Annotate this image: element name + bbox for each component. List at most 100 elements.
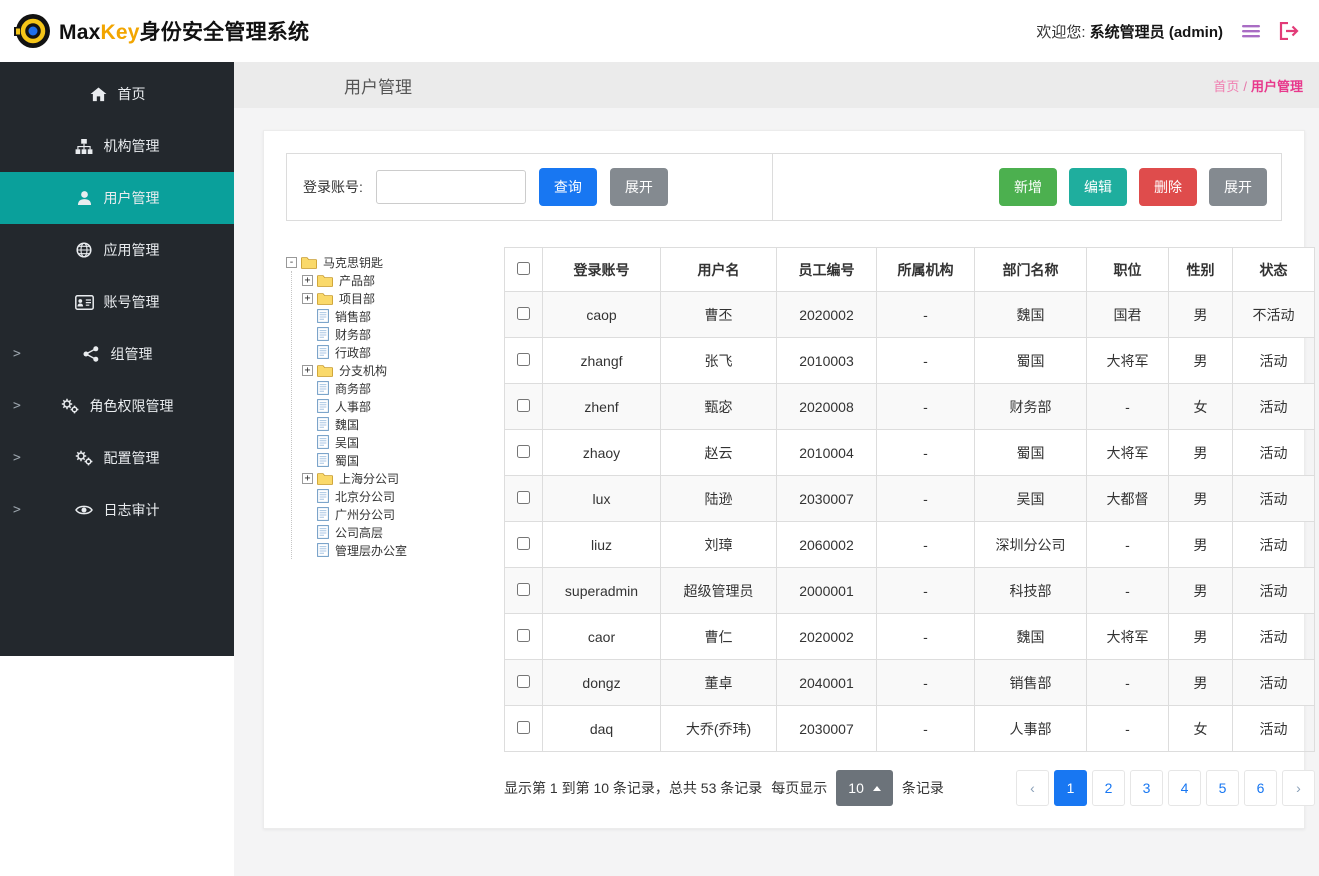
sidebar-item-home[interactable]: 首页 <box>0 68 234 120</box>
expand-plus-icon[interactable]: + <box>302 472 313 484</box>
row-checkbox[interactable] <box>517 306 530 320</box>
tree-node[interactable]: 魏国 <box>302 415 490 433</box>
sidebar-item-audit[interactable]: > 日志审计 <box>0 484 234 536</box>
collapse-minus-icon[interactable]: - <box>286 256 297 268</box>
table-row[interactable]: superadmin 超级管理员 2000001- 科技部 - 男活动 <box>504 567 1315 614</box>
page-button-3[interactable]: 3 <box>1130 770 1163 806</box>
delete-button[interactable]: 删除 <box>1139 168 1197 206</box>
tree-node-label[interactable]: 魏国 <box>333 416 361 433</box>
tree-node-label[interactable]: 蜀国 <box>333 452 361 469</box>
sidebar-item-account[interactable]: 账号管理 <box>0 276 234 328</box>
row-checkbox[interactable] <box>517 582 530 596</box>
page-button-5[interactable]: 5 <box>1206 770 1239 806</box>
breadcrumb-home[interactable]: 首页 <box>1213 79 1239 94</box>
logout-icon[interactable] <box>1279 22 1299 40</box>
next-page-button[interactable]: › <box>1282 770 1315 806</box>
tree-node-label[interactable]: 马克思钥匙 <box>321 254 385 271</box>
tree-node[interactable]: 广州分公司 <box>302 505 490 523</box>
column-header[interactable]: 登录账号 <box>542 247 661 292</box>
table-row[interactable]: caor 曹仁 2020002- 魏国 大将军男活动 <box>504 613 1315 660</box>
table-row[interactable]: dongz 董卓 2040001- 销售部 - 男活动 <box>504 659 1315 706</box>
sidebar-item-app[interactable]: 应用管理 <box>0 224 234 276</box>
expand-plus-icon[interactable]: + <box>302 364 313 376</box>
edit-button[interactable]: 编辑 <box>1069 168 1127 206</box>
tree-node-label[interactable]: 公司高层 <box>333 524 385 541</box>
tree-node-label[interactable]: 分支机构 <box>337 362 389 379</box>
page-button-1[interactable]: 1 <box>1054 770 1087 806</box>
select-all-checkbox[interactable] <box>517 261 530 275</box>
add-button[interactable]: 新增 <box>999 168 1057 206</box>
tree-node[interactable]: 商务部 <box>302 379 490 397</box>
table-row[interactable]: daq 大乔(乔玮) 2030007- 人事部 - 女活动 <box>504 705 1315 752</box>
tree-node[interactable]: 管理层办公室 <box>302 541 490 559</box>
tree-node-label[interactable]: 销售部 <box>333 308 373 325</box>
table-row[interactable]: zhenf 甄宓 2020008- 财务部 - 女活动 <box>504 383 1315 430</box>
tree-node-label[interactable]: 项目部 <box>337 290 377 307</box>
row-checkbox[interactable] <box>517 352 530 366</box>
sidebar-item-org[interactable]: 机构管理 <box>0 120 234 172</box>
table-row[interactable]: zhangf 张飞 2010003- 蜀国 大将军男活动 <box>504 337 1315 384</box>
tree-node-label[interactable]: 吴国 <box>333 434 361 451</box>
expand-plus-icon[interactable]: + <box>302 292 313 304</box>
row-checkbox[interactable] <box>517 444 530 458</box>
expand-plus-icon[interactable]: + <box>302 274 313 286</box>
tree-node-label[interactable]: 商务部 <box>333 380 373 397</box>
tree-node-label[interactable]: 人事部 <box>333 398 373 415</box>
tree-node-label[interactable]: 广州分公司 <box>333 506 397 523</box>
sidebar-item-group[interactable]: > 组管理 <box>0 328 234 380</box>
tree-node[interactable]: 人事部 <box>302 397 490 415</box>
row-checkbox[interactable] <box>517 536 530 550</box>
sidebar-item-role[interactable]: > 角色权限管理 <box>0 380 234 432</box>
tree-node[interactable]: 财务部 <box>302 325 490 343</box>
expand-search-button[interactable]: 展开 <box>609 168 668 206</box>
tree-node[interactable]: + 分支机构 <box>302 361 490 379</box>
table-row[interactable]: zhaoy 赵云 2010004- 蜀国 大将军男活动 <box>504 429 1315 476</box>
column-header[interactable]: 用户名 <box>660 247 777 292</box>
tree-node-label[interactable]: 行政部 <box>333 344 373 361</box>
column-header[interactable]: 所属机构 <box>876 247 975 292</box>
table-cell: 活动 <box>1232 337 1315 384</box>
row-checkbox[interactable] <box>517 490 530 504</box>
column-header[interactable]: 部门名称 <box>974 247 1087 292</box>
tree-node[interactable]: + 上海分公司 <box>302 469 490 487</box>
tree-node[interactable]: 行政部 <box>302 343 490 361</box>
sidebar-item-user[interactable]: 用户管理 <box>0 172 234 224</box>
query-button[interactable]: 查询 <box>538 168 597 206</box>
column-header[interactable]: 员工编号 <box>776 247 877 292</box>
page-size-select[interactable]: 10 <box>836 770 893 806</box>
column-header[interactable]: 性别 <box>1168 247 1233 292</box>
expand-actions-button[interactable]: 展开 <box>1209 168 1267 206</box>
page-button-6[interactable]: 6 <box>1244 770 1277 806</box>
page-button-4[interactable]: 4 <box>1168 770 1201 806</box>
column-header[interactable]: 职位 <box>1086 247 1169 292</box>
tree-node-label[interactable]: 管理层办公室 <box>333 542 409 559</box>
tree-node-label[interactable]: 财务部 <box>333 326 373 343</box>
tree-node-label[interactable]: 上海分公司 <box>337 470 401 487</box>
tree-node[interactable]: 蜀国 <box>302 451 490 469</box>
menu-toggle-icon[interactable] <box>1241 23 1261 39</box>
column-header[interactable]: 状态 <box>1232 247 1315 292</box>
table-row[interactable]: liuz 刘璋 2060002- 深圳分公司 - 男活动 <box>504 521 1315 568</box>
login-account-input[interactable] <box>375 170 526 204</box>
row-checkbox[interactable] <box>517 674 530 688</box>
row-checkbox[interactable] <box>517 628 530 642</box>
sidebar-item-config[interactable]: > 配置管理 <box>0 432 234 484</box>
table-cell: caop <box>542 291 661 338</box>
tree-node[interactable]: + 项目部 <box>302 289 490 307</box>
file-icon <box>317 309 329 323</box>
tree-node[interactable]: 公司高层 <box>302 523 490 541</box>
tree-node[interactable]: 销售部 <box>302 307 490 325</box>
prev-page-button[interactable]: ‹ <box>1016 770 1049 806</box>
row-checkbox[interactable] <box>517 720 530 734</box>
tree-node-label[interactable]: 北京分公司 <box>333 488 397 505</box>
tree-node[interactable]: + 产品部 <box>302 271 490 289</box>
page-button-2[interactable]: 2 <box>1092 770 1125 806</box>
table-row[interactable]: lux 陆逊 2030007- 吴国 大都督男活动 <box>504 475 1315 522</box>
tree-node-label[interactable]: 产品部 <box>337 272 377 289</box>
tree-node[interactable]: 北京分公司 <box>302 487 490 505</box>
tree-node[interactable]: 吴国 <box>302 433 490 451</box>
row-checkbox[interactable] <box>517 398 530 412</box>
tree-node-root[interactable]: - 马克思钥匙 <box>286 253 490 271</box>
file-icon <box>317 543 329 557</box>
table-row[interactable]: caop 曹丕 2020002- 魏国 国君男不活动 <box>504 291 1315 338</box>
